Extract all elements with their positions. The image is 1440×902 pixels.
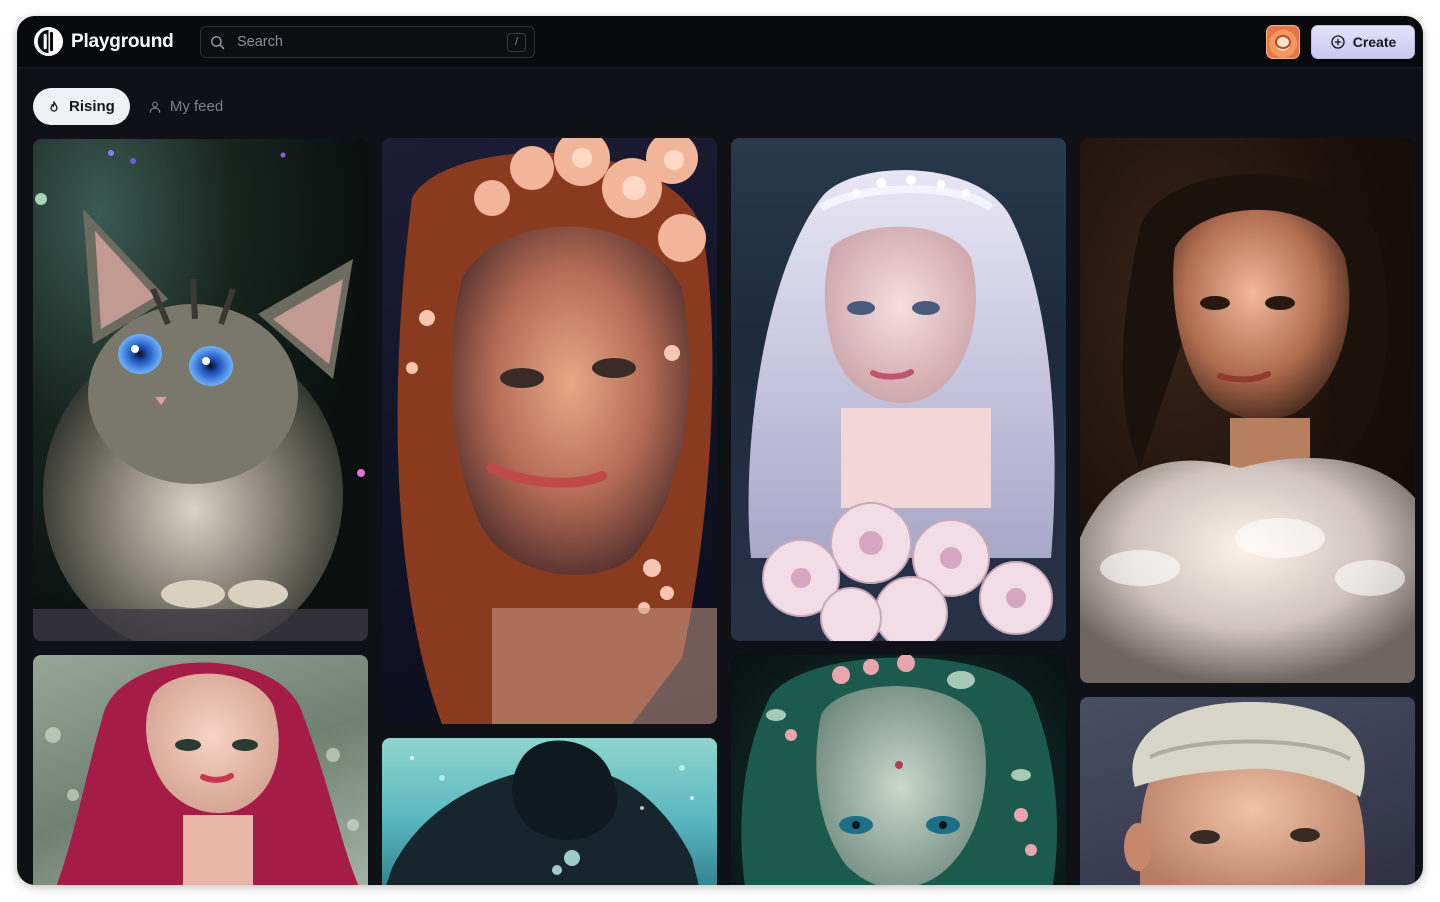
boy-cap-artwork — [1124, 702, 1365, 885]
avatar-face-icon — [1275, 35, 1291, 49]
pink-hair-artwork — [45, 662, 359, 885]
gallery-image-boy-cap[interactable] — [1080, 697, 1415, 885]
tab-rising[interactable]: Rising — [33, 88, 130, 125]
gallery-image-kitten[interactable] — [33, 139, 368, 641]
create-button[interactable]: Create — [1311, 25, 1415, 59]
user-avatar[interactable] — [1266, 25, 1300, 59]
gallery-image-underwater[interactable] — [382, 738, 717, 885]
gallery-image-teal-hair-girl[interactable] — [731, 655, 1066, 885]
tab-my-feed[interactable]: My feed — [148, 88, 223, 125]
teal-girl-artwork — [741, 655, 1057, 885]
search-shortcut-key: / — [507, 32, 526, 52]
playground-logo-icon — [33, 26, 64, 57]
search-icon — [211, 35, 225, 49]
top-bar: Playground Search / Create — [17, 16, 1423, 68]
gallery-image-pink-hair-woman[interactable] — [33, 655, 368, 885]
flame-icon — [50, 100, 58, 112]
app-window: Playground Search / Create Rising My fee… — [17, 16, 1423, 885]
gallery-image-fur-woman[interactable] — [1080, 138, 1415, 683]
tab-my-feed-label: My feed — [169, 98, 224, 115]
flower-woman-artwork — [397, 138, 717, 724]
create-button-label: Create — [1352, 34, 1397, 50]
underwater-artwork — [386, 740, 699, 885]
fur-woman-artwork — [1080, 174, 1415, 683]
silver-hair-artwork — [748, 170, 1055, 641]
plus-circle-icon — [1331, 35, 1345, 49]
user-icon — [149, 101, 161, 113]
kitten-artwork — [33, 150, 368, 641]
search-placeholder: Search — [237, 34, 283, 50]
search-input[interactable]: Search / — [200, 26, 535, 58]
logo[interactable]: Playground — [33, 26, 174, 57]
app-name: Playground — [71, 30, 174, 52]
gallery-image-silver-hair-woman[interactable] — [731, 138, 1066, 641]
feed-tabs: Rising My feed — [33, 88, 223, 125]
tab-rising-label: Rising — [69, 98, 115, 115]
gallery-image-flower-woman[interactable] — [382, 138, 717, 724]
